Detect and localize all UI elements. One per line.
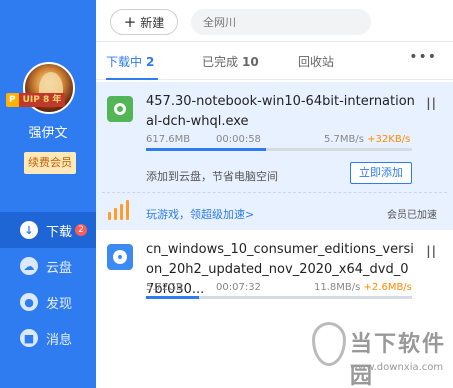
message-icon: ■ bbox=[20, 329, 38, 347]
vip-badge-label: UIP 8 年 bbox=[18, 93, 66, 107]
pause-icon[interactable]: || bbox=[426, 96, 437, 110]
task-progress-bar bbox=[146, 296, 412, 299]
sidebar-nav: ↓ 下载 2 ☁ 云盘 ● 发现 ■ 消息 bbox=[0, 212, 96, 356]
vip-badge: P UIP 8 年 bbox=[6, 93, 66, 107]
new-task-label: 新建 bbox=[140, 15, 165, 30]
sidebar-item-messages[interactable]: ■ 消息 bbox=[0, 320, 96, 356]
sidebar: P UIP 8 年 强伊文 续费会员 ↓ 下载 2 ☁ 云盘 ● 发现 ■ 消息 bbox=[0, 0, 96, 388]
tab-count: 10 bbox=[242, 55, 259, 69]
watermark-logo-icon bbox=[312, 322, 346, 366]
sidebar-item-cloud[interactable]: ☁ 云盘 bbox=[0, 248, 96, 284]
download-count-badge: 2 bbox=[75, 224, 88, 236]
tab-label: 已完成 bbox=[202, 55, 239, 69]
task-progress-fill bbox=[146, 296, 200, 299]
speed-boost-icon bbox=[108, 200, 132, 220]
discover-icon: ● bbox=[20, 293, 38, 311]
task-speed-boost: +32KB/s bbox=[367, 134, 411, 145]
tab-recycle-bin[interactable]: 回收站 bbox=[298, 53, 334, 70]
tab-label: 下载中 bbox=[106, 55, 143, 69]
pause-icon[interactable]: || bbox=[426, 244, 437, 258]
sidebar-item-label: 下载 bbox=[46, 224, 73, 240]
cloud-icon: ☁ bbox=[20, 257, 38, 275]
task-speed-value: 5.7MB/s bbox=[324, 134, 364, 145]
task-elapsed-time: 00:00:58 bbox=[216, 134, 261, 145]
disc-image-icon bbox=[107, 244, 133, 270]
download-tabs: 下载中 2 已完成 10 回收站 ••• bbox=[96, 44, 453, 80]
more-options-icon[interactable]: ••• bbox=[409, 49, 437, 65]
exe-file-icon bbox=[107, 96, 133, 122]
sidebar-item-label: 发现 bbox=[46, 296, 73, 312]
add-to-cloud-button[interactable]: 立即添加 bbox=[350, 162, 412, 184]
download-task[interactable]: 457.30-notebook-win10-64bit-internationa… bbox=[96, 82, 453, 230]
task-progress-fill bbox=[146, 148, 266, 151]
task-speed: 11.8MB/s +2.6MB/s bbox=[314, 282, 412, 293]
watermark: 当下软件园 www.downxia.com bbox=[300, 318, 453, 388]
tab-label: 回收站 bbox=[298, 55, 335, 69]
tab-downloading[interactable]: 下载中 2 bbox=[106, 53, 154, 70]
download-task[interactable]: cn_windows_10_consumer_editions_version_… bbox=[96, 230, 453, 310]
cloud-save-tip: 添加到云盘，节省电脑空间 bbox=[146, 170, 278, 183]
sidebar-item-discover[interactable]: ● 发现 bbox=[0, 284, 96, 320]
task-speed-value: 11.8MB/s bbox=[314, 282, 361, 293]
divider bbox=[102, 192, 447, 193]
renew-membership-button[interactable]: 续费会员 bbox=[24, 152, 76, 174]
username[interactable]: 强伊文 bbox=[0, 122, 96, 141]
vip-badge-p: P bbox=[6, 93, 19, 107]
plus-icon: + bbox=[123, 12, 137, 31]
task-speed: 5.7MB/s +32KB/s bbox=[324, 134, 410, 145]
task-size: 617.6MB bbox=[146, 134, 191, 145]
sidebar-item-download[interactable]: ↓ 下载 2 bbox=[0, 212, 96, 248]
task-elapsed-time: 00:07:32 bbox=[216, 282, 261, 293]
task-progress-bar bbox=[146, 148, 412, 151]
sidebar-item-label: 消息 bbox=[46, 332, 73, 348]
task-file-name: 457.30-notebook-win10-64bit-internationa… bbox=[146, 94, 415, 129]
task-size: 5.72GB bbox=[146, 282, 183, 293]
search-input[interactable] bbox=[191, 9, 371, 35]
download-icon: ↓ bbox=[20, 221, 38, 239]
member-accelerated-status: 会员已加速 bbox=[387, 210, 437, 221]
top-bar: + 新建 bbox=[96, 0, 453, 42]
new-task-button[interactable]: + 新建 bbox=[110, 9, 178, 35]
watermark-title: 当下软件园 bbox=[350, 332, 447, 388]
task-speed-boost: +2.6MB/s bbox=[363, 282, 412, 293]
tab-count: 2 bbox=[146, 55, 155, 69]
active-tab-indicator bbox=[106, 78, 158, 80]
sidebar-item-label: 云盘 bbox=[46, 260, 73, 276]
watermark-url: www.downxia.com bbox=[350, 362, 444, 373]
tab-completed[interactable]: 已完成 10 bbox=[202, 53, 259, 70]
game-boost-link[interactable]: 玩游戏，领超级加速> bbox=[146, 206, 254, 222]
